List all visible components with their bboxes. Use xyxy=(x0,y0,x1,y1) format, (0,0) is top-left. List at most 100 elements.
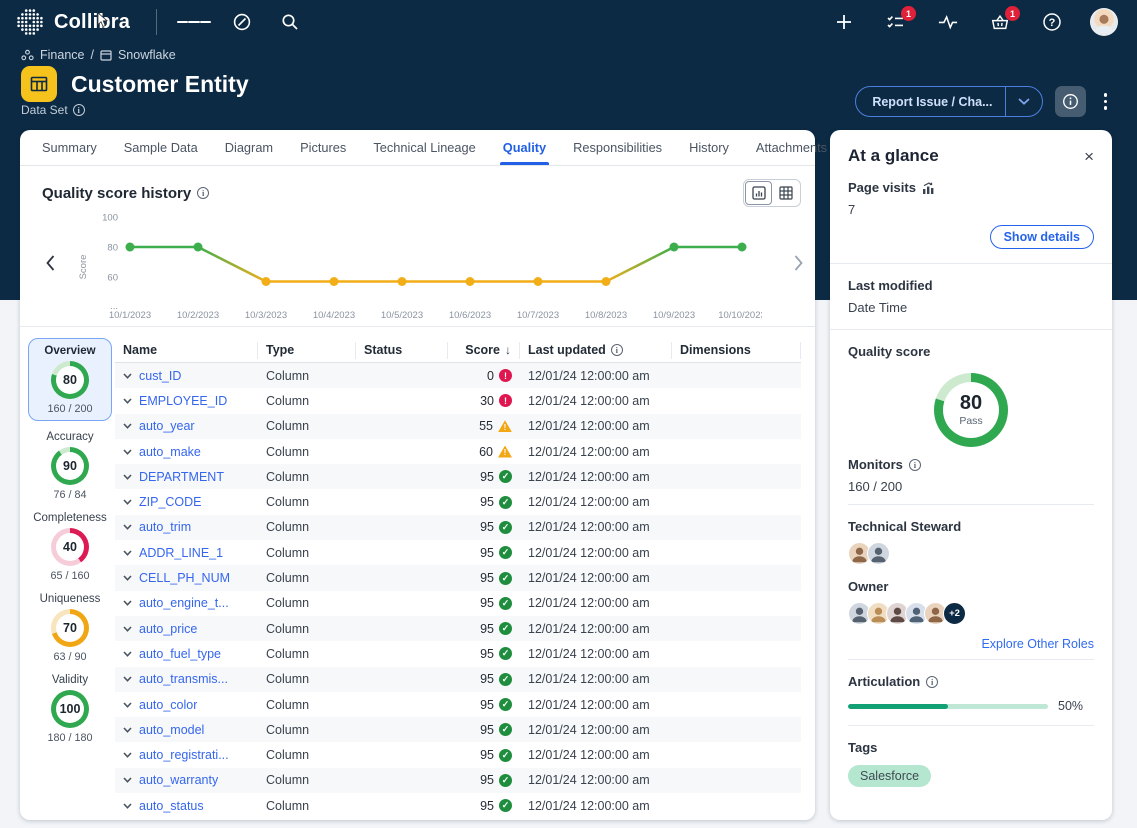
search-icon[interactable] xyxy=(273,5,307,39)
dimension-overview[interactable]: Overview80160 / 200 xyxy=(28,338,112,421)
column-name-link[interactable]: auto_model xyxy=(139,723,204,737)
column-name-link[interactable]: auto_status xyxy=(139,799,204,813)
column-name-link[interactable]: auto_registrati... xyxy=(139,748,229,762)
tab-technical-lineage[interactable]: Technical Lineage xyxy=(373,130,475,165)
expand-chevron-icon[interactable] xyxy=(123,626,132,632)
tab-quality[interactable]: Quality xyxy=(503,130,546,165)
expand-chevron-icon[interactable] xyxy=(123,803,132,809)
info-icon[interactable]: i xyxy=(197,187,209,199)
col-header-type[interactable]: Type xyxy=(258,342,356,359)
expand-chevron-icon[interactable] xyxy=(123,524,132,530)
column-name-link[interactable]: auto_color xyxy=(139,698,197,712)
breadcrumb-current[interactable]: Snowflake xyxy=(118,48,176,62)
chart-view-button[interactable] xyxy=(745,181,772,205)
user-avatar[interactable] xyxy=(1087,5,1121,39)
column-name-link[interactable]: ADDR_LINE_1 xyxy=(139,546,223,560)
more-options-icon[interactable] xyxy=(1098,89,1114,114)
col-header-status[interactable]: Status xyxy=(356,342,448,359)
table-row[interactable]: auto_yearColumn55!12/01/24 12:00:00 am xyxy=(115,414,801,439)
tab-summary[interactable]: Summary xyxy=(42,130,97,165)
chevron-down-icon[interactable] xyxy=(1006,98,1042,105)
help-icon[interactable]: ? xyxy=(1035,5,1069,39)
table-row[interactable]: auto_makeColumn60!12/01/24 12:00:00 am xyxy=(115,439,801,464)
asset-info-button[interactable] xyxy=(1055,86,1086,117)
tag-salesforce[interactable]: Salesforce xyxy=(848,765,931,787)
table-row[interactable]: auto_warrantyColumn95✓12/01/24 12:00:00 … xyxy=(115,768,801,793)
expand-chevron-icon[interactable] xyxy=(123,499,132,505)
table-row[interactable]: auto_modelColumn95✓12/01/24 12:00:00 am xyxy=(115,717,801,742)
table-row[interactable]: ZIP_CODEColumn95✓12/01/24 12:00:00 am xyxy=(115,489,801,514)
sort-desc-icon[interactable]: ↓ xyxy=(505,343,511,357)
breadcrumb-parent[interactable]: Finance xyxy=(40,48,84,62)
table-row[interactable]: auto_engine_t...Column95✓12/01/24 12:00:… xyxy=(115,591,801,616)
col-header-last-updated[interactable]: Last updatedi xyxy=(520,342,672,359)
info-icon[interactable]: i xyxy=(73,104,85,116)
activity-icon[interactable] xyxy=(931,5,965,39)
column-name-link[interactable]: DEPARTMENT xyxy=(139,470,224,484)
table-view-button[interactable] xyxy=(772,181,799,205)
table-row[interactable]: auto_fuel_typeColumn95✓12/01/24 12:00:00… xyxy=(115,641,801,666)
info-icon[interactable]: i xyxy=(611,344,623,356)
close-icon[interactable]: × xyxy=(1084,148,1094,165)
expand-chevron-icon[interactable] xyxy=(123,600,132,606)
column-name-link[interactable]: cust_ID xyxy=(139,369,181,383)
owner-overflow-badge[interactable]: +2 xyxy=(943,602,966,625)
table-row[interactable]: ADDR_LINE_1Column95✓12/01/24 12:00:00 am xyxy=(115,540,801,565)
expand-chevron-icon[interactable] xyxy=(123,474,132,480)
tab-attachments[interactable]: Attachments xyxy=(756,130,827,165)
column-name-link[interactable]: auto_fuel_type xyxy=(139,647,221,661)
table-row[interactable]: auto_registrati...Column95✓12/01/24 12:0… xyxy=(115,742,801,767)
table-row[interactable]: auto_transmis...Column95✓12/01/24 12:00:… xyxy=(115,667,801,692)
tab-responsibilities[interactable]: Responsibilities xyxy=(573,130,662,165)
expand-chevron-icon[interactable] xyxy=(123,752,132,758)
column-name-link[interactable]: auto_engine_t... xyxy=(139,596,229,610)
dimension-uniqueness[interactable]: Uniqueness7063 / 90 xyxy=(28,593,112,663)
table-row[interactable]: CELL_PH_NUMColumn95✓12/01/24 12:00:00 am xyxy=(115,565,801,590)
info-icon[interactable]: i xyxy=(909,459,921,471)
column-name-link[interactable]: auto_trim xyxy=(139,520,191,534)
table-row[interactable]: auto_priceColumn95✓12/01/24 12:00:00 am xyxy=(115,616,801,641)
show-details-button[interactable]: Show details xyxy=(990,225,1094,249)
column-name-link[interactable]: ZIP_CODE xyxy=(139,495,202,509)
expand-chevron-icon[interactable] xyxy=(123,777,132,783)
dimension-completeness[interactable]: Completeness4065 / 160 xyxy=(28,512,112,582)
tab-history[interactable]: History xyxy=(689,130,729,165)
expand-chevron-icon[interactable] xyxy=(123,423,132,429)
col-header-dimensions[interactable]: Dimensions xyxy=(672,342,801,359)
basket-icon[interactable]: 1 xyxy=(983,5,1017,39)
column-name-link[interactable]: auto_year xyxy=(139,419,195,433)
col-header-name[interactable]: Name xyxy=(115,342,258,359)
table-row[interactable]: DEPARTMENTColumn95✓12/01/24 12:00:00 am xyxy=(115,464,801,489)
chart-scroll-right-icon[interactable] xyxy=(794,255,803,276)
dimension-validity[interactable]: Validity100180 / 180 xyxy=(28,674,112,744)
menu-icon[interactable] xyxy=(177,5,211,39)
collibra-logo[interactable]: Collibra xyxy=(16,8,130,36)
table-row[interactable]: auto_trimColumn95✓12/01/24 12:00:00 am xyxy=(115,515,801,540)
expand-chevron-icon[interactable] xyxy=(123,398,132,404)
expand-chevron-icon[interactable] xyxy=(123,676,132,682)
expand-chevron-icon[interactable] xyxy=(123,575,132,581)
report-issue-button[interactable]: Report Issue / Cha... xyxy=(855,86,1042,117)
expand-chevron-icon[interactable] xyxy=(123,373,132,379)
column-name-link[interactable]: auto_price xyxy=(139,622,197,636)
create-icon[interactable] xyxy=(827,5,861,39)
table-row[interactable]: cust_IDColumn0!12/01/24 12:00:00 am xyxy=(115,363,801,388)
dimension-accuracy[interactable]: Accuracy9076 / 84 xyxy=(28,431,112,501)
expand-chevron-icon[interactable] xyxy=(123,727,132,733)
expand-chevron-icon[interactable] xyxy=(123,449,132,455)
expand-chevron-icon[interactable] xyxy=(123,651,132,657)
info-icon[interactable]: i xyxy=(926,676,938,688)
col-header-score[interactable]: Score↓ xyxy=(448,342,520,359)
column-name-link[interactable]: auto_warranty xyxy=(139,773,218,787)
chart-scroll-left-icon[interactable] xyxy=(46,255,55,276)
tab-diagram[interactable]: Diagram xyxy=(225,130,273,165)
column-name-link[interactable]: EMPLOYEE_ID xyxy=(139,394,227,408)
tab-sample-data[interactable]: Sample Data xyxy=(124,130,198,165)
tasks-icon[interactable]: 1 xyxy=(879,5,913,39)
expand-chevron-icon[interactable] xyxy=(123,550,132,556)
tab-pictures[interactable]: Pictures xyxy=(300,130,346,165)
column-name-link[interactable]: CELL_PH_NUM xyxy=(139,571,230,585)
table-row[interactable]: auto_colorColumn95✓12/01/24 12:00:00 am xyxy=(115,692,801,717)
table-row[interactable]: auto_statusColumn95✓12/01/24 12:00:00 am xyxy=(115,793,801,818)
column-name-link[interactable]: auto_make xyxy=(139,445,201,459)
